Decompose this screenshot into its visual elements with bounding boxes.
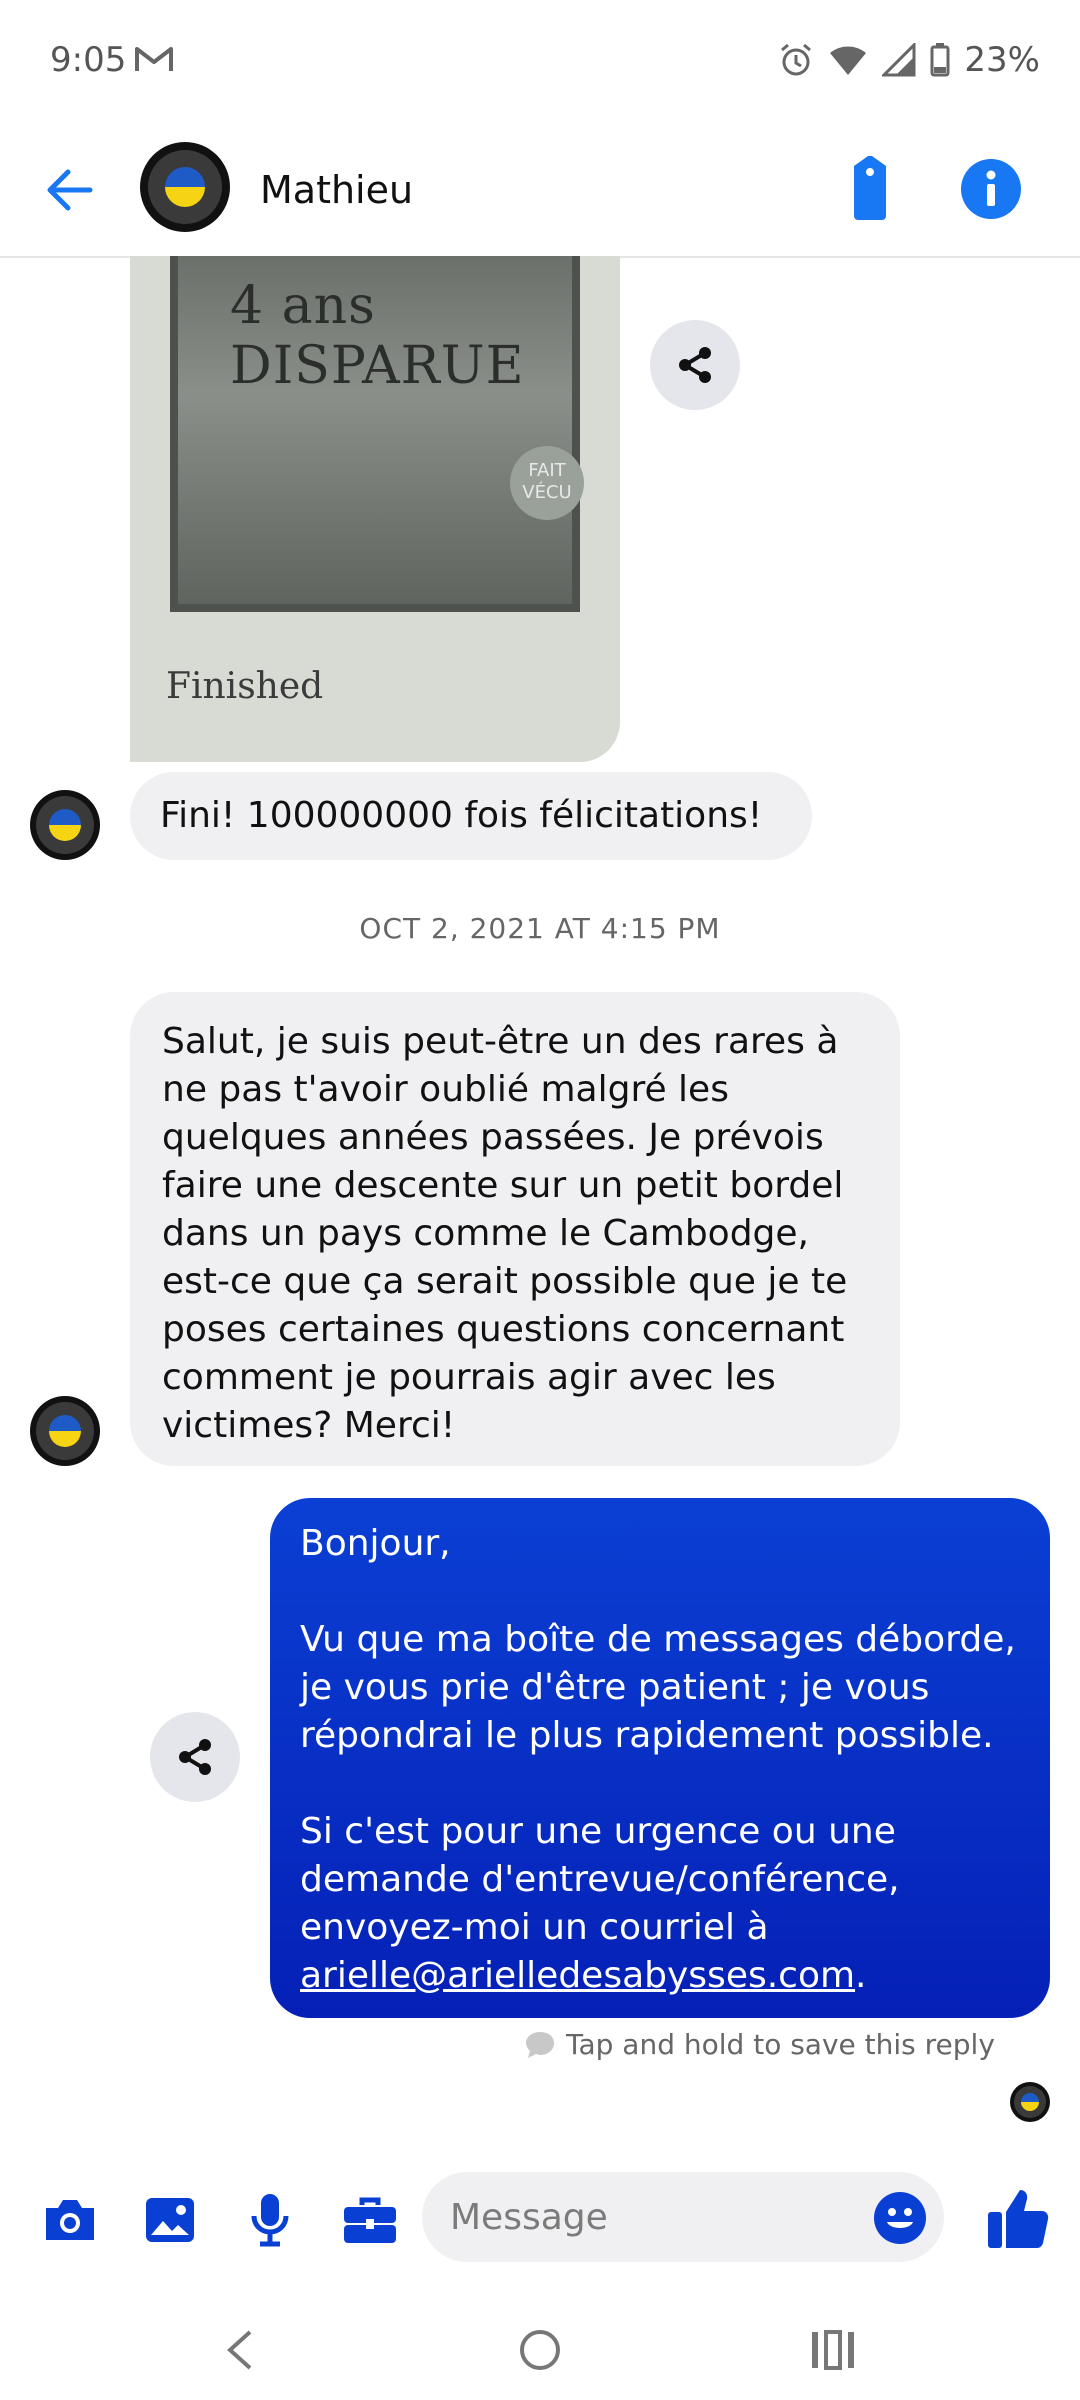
reply-greeting: Bonjour, [300, 1523, 451, 1564]
nav-recents-icon[interactable] [810, 2330, 856, 2370]
contact-avatar[interactable] [140, 142, 230, 232]
nav-home-icon[interactable] [518, 2328, 562, 2372]
message-input[interactable] [422, 2172, 944, 2262]
microphone-icon [251, 2194, 289, 2247]
reply-paragraph: Si c'est pour une urgence ou une demande… [300, 1808, 1020, 2000]
reply-contact-text: Si c'est pour une urgence ou une demande… [300, 1811, 900, 1948]
share-button[interactable] [150, 1712, 240, 1802]
status-time: 9:05 [50, 40, 127, 80]
contact-name[interactable]: Mathieu [260, 168, 413, 212]
reply-paragraph: Vu que ma boîte de messages déborde, je … [300, 1619, 1016, 1756]
seen-indicator-avatar [1010, 2082, 1050, 2122]
incoming-message[interactable]: Fini! 100000000 fois félicitations! [130, 772, 812, 860]
save-hint-text: Tap and hold to save this reply [566, 2028, 995, 2061]
share-icon [679, 347, 711, 383]
incoming-message[interactable]: Salut, je suis peut-être un des rares à … [130, 992, 900, 1466]
shared-photo[interactable]: 4 ans DISPARUE FAIT VÉCU Finished [130, 256, 620, 762]
emoji-icon[interactable] [872, 2190, 928, 2246]
voice-button[interactable] [240, 2190, 300, 2250]
nav-back-icon[interactable] [222, 2328, 258, 2372]
briefcase-icon [344, 2197, 396, 2243]
outgoing-message[interactable]: Bonjour, Vu que ma boîte de messages déb… [270, 1498, 1050, 2018]
alarm-icon [781, 43, 812, 76]
system-navigation-bar [0, 2300, 1080, 2400]
briefcase-button[interactable] [340, 2190, 400, 2250]
status-indicators: 23% [778, 40, 1040, 80]
sender-avatar[interactable] [30, 790, 100, 860]
book-cover-badge: FAIT VÉCU [510, 446, 584, 520]
save-reply-hint[interactable]: Tap and hold to save this reply [524, 2028, 995, 2061]
camera-icon [46, 2200, 94, 2240]
camera-button[interactable] [40, 2190, 100, 2250]
gmail-icon [135, 47, 173, 71]
info-icon[interactable] [960, 158, 1022, 220]
status-bar: 9:05 23% [0, 0, 1080, 130]
reply-period: . [855, 1955, 867, 1996]
thumbs-up-icon[interactable] [984, 2184, 1052, 2252]
tag-icon[interactable] [840, 154, 900, 222]
back-arrow-icon[interactable] [40, 160, 100, 220]
photo-caption: Finished [166, 666, 324, 707]
battery-percent: 23% [964, 40, 1040, 80]
wifi-icon [830, 46, 867, 75]
gallery-button[interactable] [140, 2190, 200, 2250]
email-link[interactable]: arielle@arielledesabysses.com [300, 1955, 855, 1996]
book-cover-title: 4 ans DISPARUE [230, 276, 525, 396]
message-timestamp: OCT 2, 2021 AT 4:15 PM [359, 912, 721, 945]
sender-avatar[interactable] [30, 1396, 100, 1466]
conversation-header: Mathieu [0, 130, 1080, 258]
battery-icon [930, 43, 950, 77]
image-icon [146, 2198, 194, 2242]
message-composer [0, 2146, 1080, 2286]
signal-icon [882, 43, 916, 77]
speech-bubble-icon [526, 2031, 554, 2058]
book-cover-image: 4 ans DISPARUE FAIT VÉCU [170, 256, 584, 612]
share-icon [179, 1739, 211, 1775]
share-button[interactable] [650, 320, 740, 410]
